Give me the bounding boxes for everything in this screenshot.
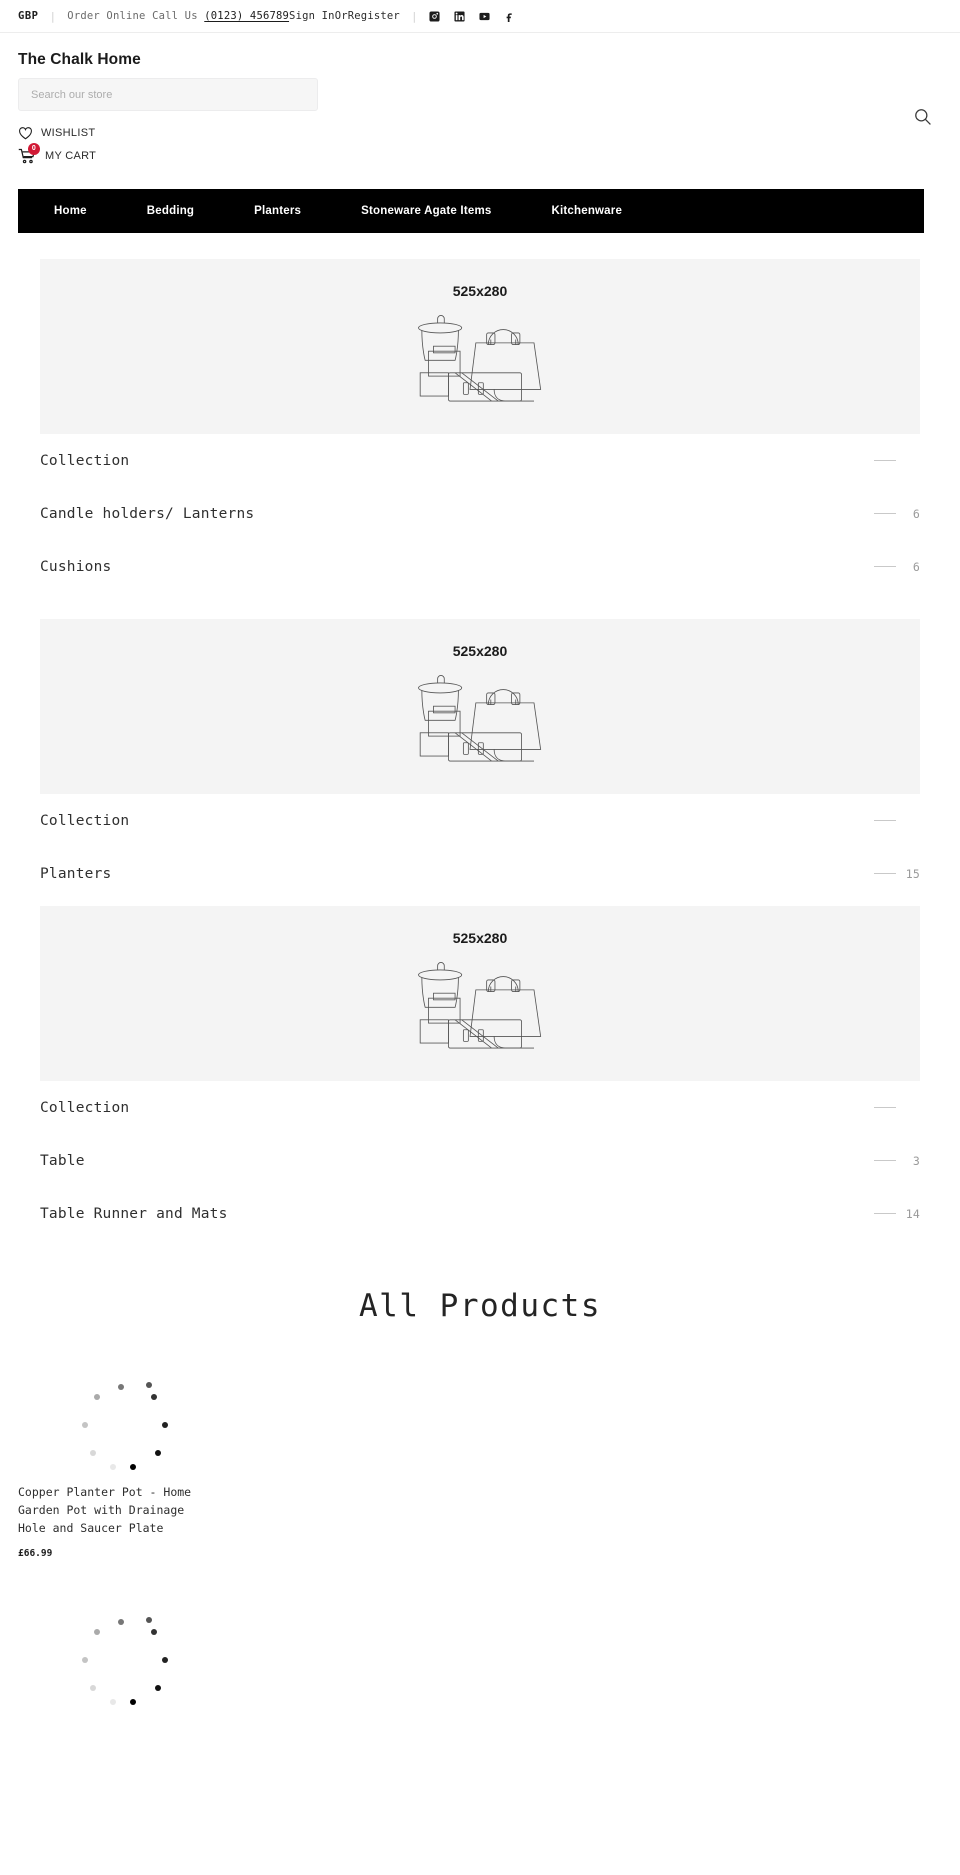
collection-label: Cushions — [40, 558, 112, 575]
collection-dash — [874, 1160, 896, 1161]
nav-item-bedding[interactable]: Bedding — [147, 205, 194, 217]
search-input[interactable] — [31, 88, 305, 101]
collection-label: Collection — [40, 452, 130, 469]
collection-label: Collection — [40, 1099, 130, 1116]
nav-item-planters[interactable]: Planters — [254, 205, 301, 217]
main-navigation: Home Bedding Planters Stoneware Agate It… — [18, 189, 924, 233]
wishlist-label: WISHLIST — [41, 126, 96, 139]
call-us-text: Order Online Call Us — [67, 10, 198, 22]
register-link[interactable]: Register — [348, 10, 400, 22]
collection-banner[interactable]: 525x280 — [40, 906, 920, 1081]
collection-dash — [873, 1213, 896, 1214]
collection-dash — [874, 566, 896, 567]
loading-spinner-icon — [80, 1617, 168, 1706]
nav-item-home[interactable]: Home — [54, 205, 87, 217]
placeholder-size-label: 525x280 — [452, 929, 508, 946]
product-card[interactable]: Copper Planter Pot - Home Garden Pot wit… — [18, 1324, 942, 1559]
collection-row[interactable]: Collection — [40, 794, 920, 847]
collection-count: 6 — [912, 559, 920, 574]
search-box[interactable] — [18, 78, 318, 111]
social-links — [429, 10, 515, 22]
collection-count: 14 — [905, 1206, 920, 1221]
site-logo[interactable]: The Chalk Home — [18, 51, 942, 69]
nav-item-stoneware[interactable]: Stoneware Agate Items — [361, 205, 491, 217]
collection-banner[interactable]: 525x280 — [40, 259, 920, 434]
cart-link[interactable]: 0 MY CART — [18, 142, 942, 167]
topbar-divider: | — [49, 9, 57, 23]
collection-row[interactable]: Collection — [40, 434, 920, 487]
cart-label: MY CART — [45, 149, 97, 162]
youtube-icon[interactable] — [479, 11, 490, 22]
collection-row[interactable]: Table Runner and Mats 14 — [40, 1187, 920, 1240]
topbar-divider-2: | — [410, 9, 418, 23]
site-header: The Chalk Home WISHLIST — [0, 33, 960, 189]
collection-label: Collection — [40, 812, 130, 829]
collection-count: 3 — [912, 1153, 920, 1168]
collection-dash — [874, 820, 896, 821]
account-links: WISHLIST 0 MY CART — [18, 121, 942, 167]
instagram-icon[interactable] — [429, 10, 440, 22]
sign-in-link[interactable]: Sign In — [289, 10, 335, 22]
nav-item-kitchenware[interactable]: Kitchenware — [551, 205, 622, 217]
all-products-heading: All Products — [359, 1288, 601, 1324]
placeholder-size-label: 525x280 — [452, 282, 508, 299]
phone-link[interactable]: (0123) 456789 — [204, 10, 289, 22]
facebook-icon[interactable] — [504, 11, 515, 22]
cart-icon: 0 — [18, 142, 40, 164]
auth-or-text: Or — [334, 10, 348, 22]
placeholder-image — [418, 961, 542, 1048]
product-grid: Copper Planter Pot - Home Garden Pot wit… — [0, 1324, 960, 1706]
collection-row[interactable]: Candle holders/ Lanterns 6 — [40, 487, 920, 540]
collection-count: 6 — [912, 506, 920, 521]
linkedin-icon[interactable] — [454, 10, 465, 22]
collection-label: Planters — [40, 865, 112, 882]
placeholder-image — [418, 314, 542, 401]
cart-count-badge: 0 — [28, 142, 40, 155]
collection-row[interactable]: Cushions 6 — [40, 540, 920, 593]
collection-dash — [874, 1107, 896, 1108]
placeholder-size-label: 525x280 — [452, 642, 508, 659]
collection-label: Candle holders/ Lanterns — [40, 505, 255, 522]
collection-list-section: 525x280 Collection Candle holders/ Lante… — [0, 259, 960, 1240]
product-card[interactable] — [18, 1559, 942, 1706]
collection-label: Table Runner and Mats — [40, 1205, 228, 1222]
collection-label: Table — [40, 1152, 85, 1169]
collection-dash — [874, 460, 896, 461]
collection-dash — [873, 873, 896, 874]
loading-spinner-icon — [80, 1382, 168, 1470]
top-utility-bar: GBP | Order Online Call Us (0123) 456789… — [0, 0, 960, 33]
collection-row[interactable]: Collection — [40, 1081, 920, 1134]
product-price: £66.99 — [18, 1548, 53, 1560]
product-title[interactable]: Copper Planter Pot - Home Garden Pot wit… — [18, 1484, 203, 1537]
collection-banner[interactable]: 525x280 — [40, 619, 920, 794]
placeholder-image — [418, 674, 542, 761]
heart-icon — [18, 126, 33, 140]
search-icon[interactable] — [912, 107, 932, 127]
wishlist-link[interactable]: WISHLIST — [18, 121, 942, 144]
collection-row[interactable]: Table 3 — [40, 1134, 920, 1187]
collection-count: 15 — [905, 866, 920, 881]
currency-selector[interactable]: GBP — [18, 10, 38, 22]
collection-dash — [874, 513, 896, 514]
collection-row[interactable]: Planters 15 — [40, 847, 920, 900]
